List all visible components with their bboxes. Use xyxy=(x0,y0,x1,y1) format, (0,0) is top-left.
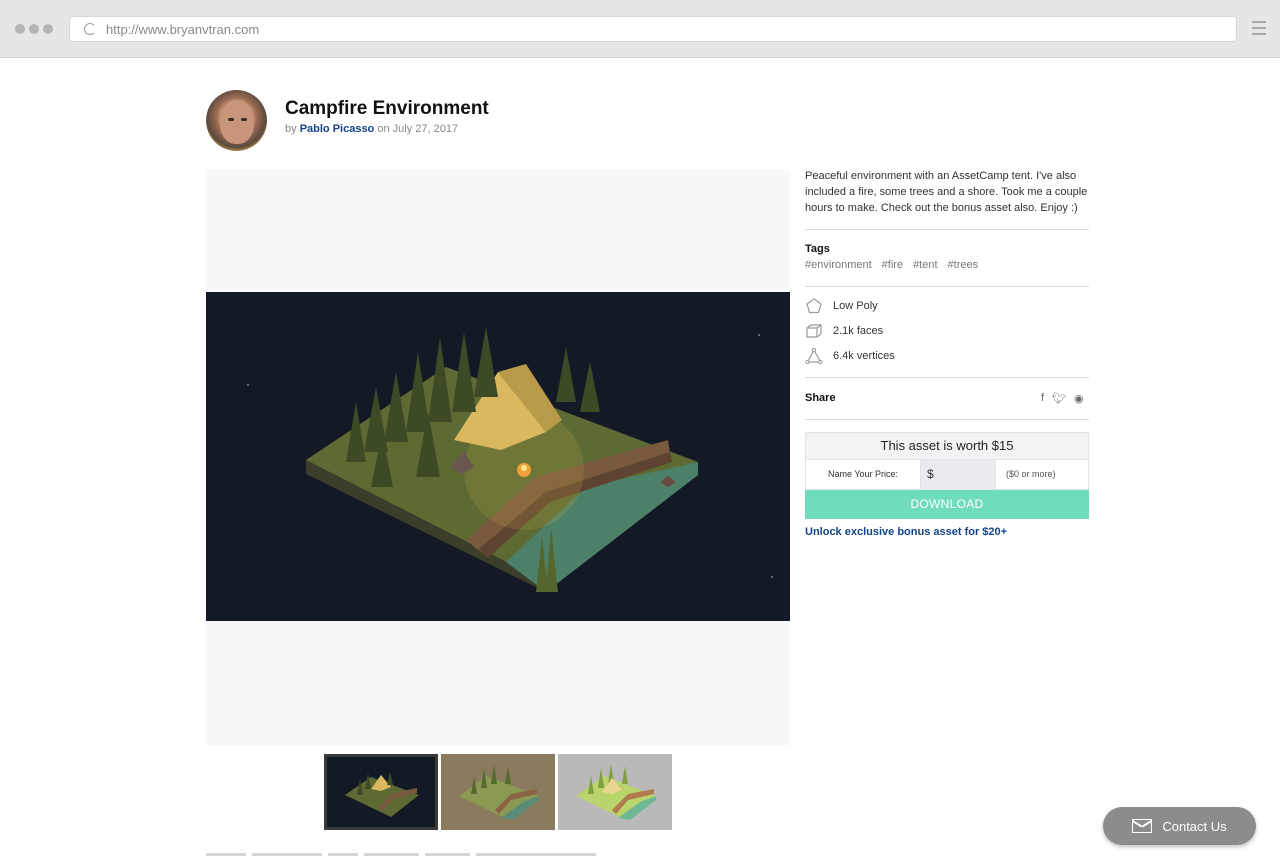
byline-prefix: by xyxy=(285,123,297,135)
page-title: Campfire Environment xyxy=(285,98,489,119)
facebook-icon[interactable]: f xyxy=(1041,392,1044,405)
spec-style-label: Low Poly xyxy=(833,300,878,312)
contact-us-label: Contact Us xyxy=(1162,818,1227,834)
preview-image[interactable] xyxy=(206,292,790,621)
reddit-icon[interactable]: ◉ xyxy=(1074,392,1084,405)
tag-link[interactable]: #environment xyxy=(805,259,872,271)
window-controls[interactable] xyxy=(15,24,53,34)
post-date: on July 27, 2017 xyxy=(377,123,459,135)
divider xyxy=(805,377,1089,378)
thumbnail-sepia[interactable] xyxy=(441,754,555,830)
hamburger-menu-icon[interactable] xyxy=(1252,21,1266,35)
contact-us-button[interactable]: Contact Us xyxy=(1103,807,1256,845)
divider xyxy=(805,229,1089,230)
share-buttons: f 🐦︎ ◉ xyxy=(1041,392,1084,405)
address-bar[interactable]: http://www.bryanvtran.com xyxy=(69,16,1237,42)
vertices-icon xyxy=(805,347,823,365)
download-button[interactable]: DOWNLOAD xyxy=(805,490,1089,519)
name-your-price-label: Name Your Price: xyxy=(827,469,899,479)
author-link[interactable]: Pablo Picasso xyxy=(300,123,375,135)
envelope-icon xyxy=(1132,819,1153,833)
window-dot[interactable] xyxy=(29,24,39,34)
asset-description: Peaceful environment with an AssetCamp t… xyxy=(805,170,1088,214)
pentagon-icon xyxy=(806,298,822,314)
minimum-price-note: ($0 or more) xyxy=(1006,469,1056,479)
spec-faces-label: 2.1k faces xyxy=(833,325,884,337)
cube-icon xyxy=(806,324,822,338)
url-text[interactable]: http://www.bryanvtran.com xyxy=(106,22,259,37)
thumbnail-day[interactable] xyxy=(558,754,672,830)
tag-list: #environment #fire #tent #trees xyxy=(805,259,978,271)
divider xyxy=(805,286,1089,287)
spec-style: Low Poly xyxy=(805,297,878,315)
window-dot[interactable] xyxy=(15,24,25,34)
browser-chrome: http://www.bryanvtran.com xyxy=(0,0,1280,58)
truncated-content xyxy=(206,853,1090,858)
tag-link[interactable]: #trees xyxy=(948,259,979,271)
reload-icon[interactable] xyxy=(84,23,96,35)
asset-worth-banner: This asset is worth $15 xyxy=(805,432,1089,460)
byline: by Pablo Picasso on July 27, 2017 xyxy=(285,123,458,135)
tag-link[interactable]: #fire xyxy=(882,259,903,271)
bonus-asset-link[interactable]: Unlock exclusive bonus asset for $20+ xyxy=(805,526,1007,538)
price-input[interactable]: $ xyxy=(920,460,996,489)
campfire-scene-illustration xyxy=(206,292,790,621)
thumbnail-strip xyxy=(324,754,672,830)
author-avatar[interactable] xyxy=(206,90,267,151)
spec-faces: 2.1k faces xyxy=(805,322,883,340)
tags-heading: Tags xyxy=(805,243,830,255)
image-viewer[interactable] xyxy=(206,169,790,745)
spec-vertices-label: 6.4k vertices xyxy=(833,350,895,362)
name-your-price-row: Name Your Price: $ ($0 or more) xyxy=(805,460,1089,490)
window-dot[interactable] xyxy=(43,24,53,34)
divider xyxy=(805,419,1089,420)
thumbnail-night[interactable] xyxy=(324,754,438,830)
twitter-icon[interactable]: 🐦︎ xyxy=(1052,392,1066,405)
tag-link[interactable]: #tent xyxy=(913,259,937,271)
share-heading: Share xyxy=(805,392,836,404)
spec-vertices: 6.4k vertices xyxy=(805,347,895,365)
